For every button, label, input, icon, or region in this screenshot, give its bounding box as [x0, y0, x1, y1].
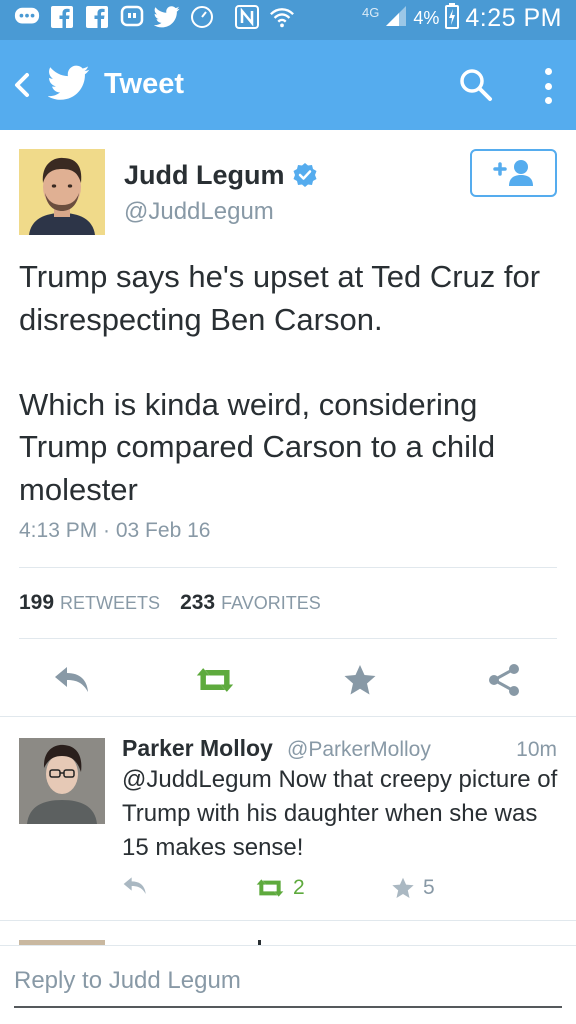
retweet-icon — [256, 879, 284, 897]
verified-badge-icon — [292, 162, 318, 193]
status-bar: 4G 4% 4:25 PM — [0, 0, 576, 40]
battery-percent: 4% — [413, 8, 440, 28]
twitter-icon — [154, 4, 180, 30]
nfc-icon — [234, 4, 260, 30]
battery-icon — [445, 3, 460, 34]
reply-composer — [0, 945, 576, 1024]
reply-author-handle[interactable]: @ParkerMolloy — [287, 738, 431, 762]
wifi-icon — [269, 4, 295, 30]
twitter-bird-icon[interactable] — [47, 65, 90, 106]
reply-time: 10m — [516, 738, 557, 761]
app-bar: Tweet — [0, 40, 576, 130]
favorite-star-icon — [392, 877, 414, 898]
search-icon[interactable] — [458, 67, 494, 108]
reply-icon — [123, 877, 146, 894]
reply-icon[interactable] — [52, 660, 92, 700]
reply-retweet-count: 2 — [293, 876, 305, 899]
divider — [0, 716, 576, 717]
tweet-timestamp: 4:13 PM · 03 Feb 16 — [19, 519, 211, 542]
divider — [19, 638, 557, 639]
messages-icon — [14, 4, 40, 30]
back-arrow-icon[interactable] — [10, 68, 34, 102]
reply-text: @JuddLegum Now that creepy picture of Tr… — [122, 766, 558, 861]
reply-reply-action[interactable] — [122, 876, 148, 896]
favorite-star-icon[interactable] — [340, 660, 380, 700]
reply-favorite-action[interactable]: 5 — [391, 876, 435, 900]
add-user-icon — [492, 160, 533, 186]
overflow-menu-icon[interactable] — [536, 66, 560, 106]
avatar[interactable] — [19, 149, 105, 235]
tweet-text: Trump says he's upset at Ted Cruz for di… — [19, 259, 541, 507]
divider — [0, 920, 576, 921]
reply-favorite-count: 5 — [423, 876, 435, 899]
signal-icon — [385, 5, 407, 32]
clock-icon — [189, 4, 215, 30]
hangouts-icon — [119, 4, 145, 30]
divider — [19, 567, 557, 568]
reply-author-name[interactable]: Parker Molloy — [122, 735, 273, 762]
author-handle[interactable]: @JuddLegum — [124, 198, 274, 226]
tweet-stats: 199 RETWEETS 233 FAVORITES — [19, 591, 335, 615]
facebook-icon — [84, 4, 110, 30]
favorites-label[interactable]: FAVORITES — [221, 593, 321, 614]
facebook-icon — [49, 4, 75, 30]
author-name[interactable]: Judd Legum — [124, 160, 285, 191]
reply-avatar[interactable] — [19, 738, 105, 824]
favorites-count[interactable]: 233 — [180, 591, 215, 615]
follow-button[interactable] — [470, 149, 557, 197]
reply-retweet-action[interactable]: 2 — [255, 876, 305, 900]
page-title: Tweet — [104, 68, 185, 100]
share-icon[interactable] — [484, 660, 524, 700]
network-type: 4G — [362, 5, 380, 20]
retweets-count[interactable]: 199 — [19, 591, 54, 615]
retweet-icon[interactable] — [195, 660, 235, 700]
clock-time: 4:25 PM — [465, 4, 562, 32]
retweets-label[interactable]: RETWEETS — [60, 593, 160, 614]
reply-input[interactable] — [14, 956, 562, 1008]
